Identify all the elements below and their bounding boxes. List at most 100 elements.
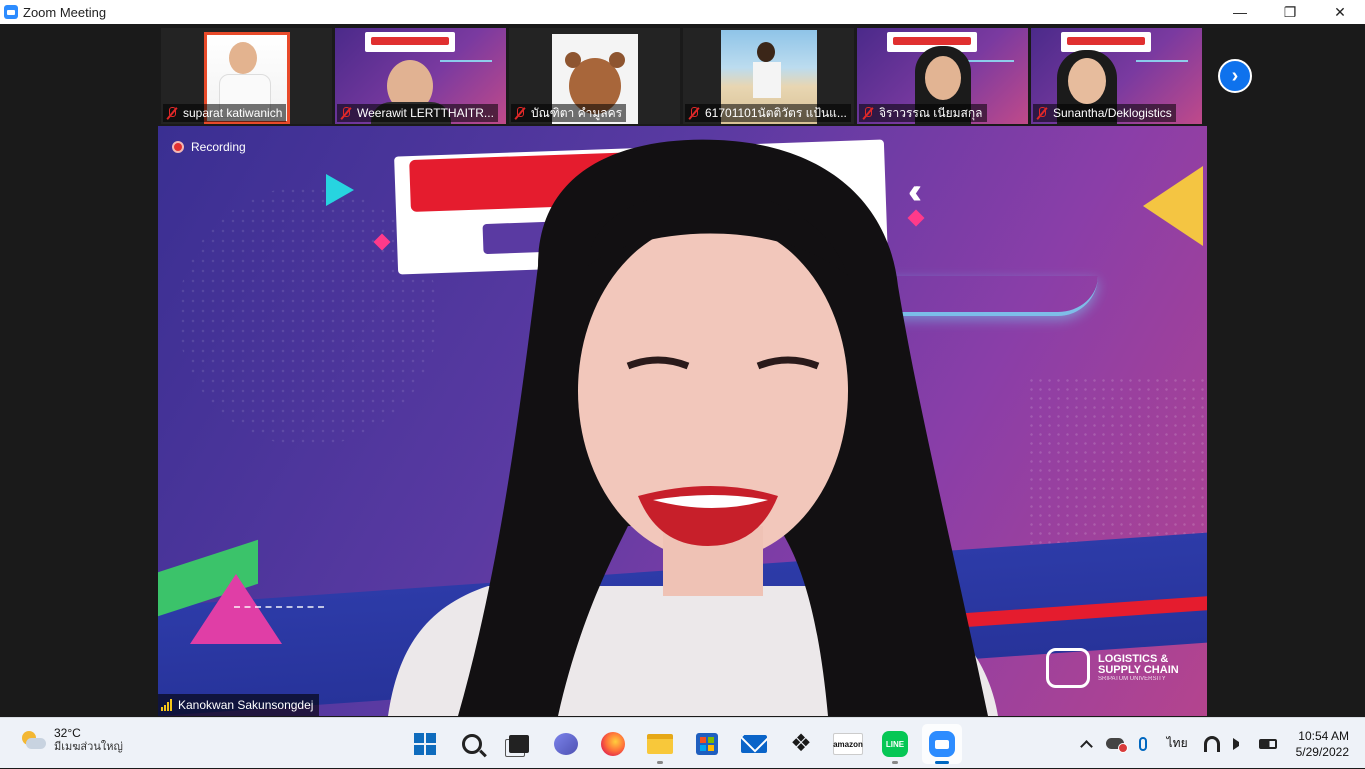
running-indicator <box>657 761 663 764</box>
battery-icon <box>1258 738 1277 749</box>
participant-face <box>229 42 257 74</box>
title-bar: Zoom Meeting — ❐ ✕ <box>0 0 1365 24</box>
participant-strip: suparat katiwanich Weerawit LERTTHAITR..… <box>161 28 1202 124</box>
volume-button[interactable] <box>1226 730 1254 758</box>
poster-banner <box>1061 32 1151 52</box>
clock[interactable]: 10:54 AM 5/29/2022 <box>1282 728 1365 760</box>
participant-name-tag: บัณฑิตา คำมูลคร <box>511 104 627 122</box>
running-indicator <box>892 761 898 764</box>
task-view-button[interactable] <box>499 724 539 764</box>
poster-script <box>440 52 492 62</box>
participant-name-tag: Sunantha/Deklogistics <box>1033 104 1176 122</box>
wifi-icon <box>1203 735 1220 752</box>
participant-name: 61701101นัตติวัตร แป้นแ... <box>705 105 847 120</box>
participant-name-tag: 61701101นัตติวัตร แป้นแ... <box>685 104 851 122</box>
battery-button[interactable] <box>1254 730 1282 758</box>
clock-date: 5/29/2022 <box>1295 744 1349 759</box>
microphone-icon <box>1138 736 1147 751</box>
participant-tile[interactable]: จิราวรรณ เนียมสกุล <box>857 28 1028 124</box>
system-tray: ไทย 10:54 AM 5/29/2022 <box>1073 718 1365 769</box>
firefox-button[interactable] <box>593 724 633 764</box>
weather-temperature: 32°C <box>54 726 81 740</box>
windows-start-icon <box>414 733 436 755</box>
participant-name-tag: จิราวรรณ เนียมสกุล <box>859 104 987 122</box>
microsoft-store-button[interactable] <box>687 724 727 764</box>
partly-cloudy-icon <box>20 729 46 751</box>
file-explorer-button[interactable] <box>640 724 680 764</box>
zoom-button[interactable] <box>922 724 962 764</box>
window-title: Zoom Meeting <box>23 4 107 20</box>
participant-shirt <box>753 62 781 98</box>
participant-name: suparat katiwanich <box>183 106 283 120</box>
recording-dot-icon <box>172 141 184 153</box>
participant-tile[interactable]: Sunantha/Deklogistics <box>1031 28 1202 124</box>
speaker-name: Kanokwan Sakunsongdej <box>178 698 314 712</box>
speaker-icon <box>1232 737 1247 750</box>
restore-button[interactable]: ❐ <box>1265 0 1315 24</box>
active-speaker-video: ‹‹ LOGISTICS & SUPPLY CHAIN SRIPATUM UNI… <box>158 126 1207 716</box>
teddy-ear <box>565 52 581 68</box>
muted-mic-icon <box>861 106 875 120</box>
chevron-right-icon: › <box>1231 64 1239 87</box>
participant-tile[interactable]: 61701101นัตติวัตร แป้นแ... <box>683 28 854 124</box>
participant-name-tag: suparat katiwanich <box>163 104 287 122</box>
meeting-area: suparat katiwanich Weerawit LERTTHAITR..… <box>0 24 1365 717</box>
recording-label: Recording <box>191 140 246 154</box>
poster-banner <box>365 32 455 52</box>
participant-face <box>925 56 961 100</box>
amazon-button[interactable]: amazon <box>828 724 868 764</box>
onedrive-error-icon <box>1105 738 1128 753</box>
zoom-icon <box>929 731 955 757</box>
taskbar-apps: ❖ amazon LINE <box>405 724 962 764</box>
participant-tile[interactable]: บัณฑิตา คำมูลคร <box>509 28 680 124</box>
search-icon <box>462 734 482 754</box>
chevron-up-icon <box>1080 739 1093 753</box>
muted-mic-icon <box>1035 106 1049 120</box>
search-button[interactable] <box>452 724 492 764</box>
poster-script <box>962 52 1014 62</box>
muted-mic-icon <box>687 106 701 120</box>
weather-description: มีเมฆส่วนใหญ่ <box>54 741 123 753</box>
chat-icon <box>554 733 578 755</box>
participant-tile[interactable]: Weerawit LERTTHAITR... <box>335 28 506 124</box>
taskbar: 32°C มีเมฆส่วนใหญ่ ❖ amazon LINE ไทย 10:… <box>0 717 1365 768</box>
firefox-icon <box>601 732 625 756</box>
muted-mic-icon <box>339 106 353 120</box>
mail-button[interactable] <box>734 724 774 764</box>
running-indicator <box>935 761 949 764</box>
zoom-app-icon <box>4 5 18 19</box>
participant-name-tag: Weerawit LERTTHAITR... <box>337 104 498 122</box>
poster-script <box>1136 52 1188 62</box>
next-page-button[interactable]: › <box>1218 59 1252 93</box>
network-button[interactable] <box>1198 730 1226 758</box>
participant-name: Weerawit LERTTHAITR... <box>357 106 494 120</box>
microsoft-store-icon <box>696 733 718 755</box>
microphone-button[interactable] <box>1129 730 1157 758</box>
onedrive-button[interactable] <box>1101 730 1129 758</box>
start-button[interactable] <box>405 724 445 764</box>
window-controls: — ❐ ✕ <box>1215 0 1365 24</box>
participant-face <box>1068 58 1106 104</box>
show-hidden-icons-button[interactable] <box>1073 730 1101 758</box>
clock-time: 10:54 AM <box>1298 728 1349 743</box>
line-button[interactable]: LINE <box>875 724 915 764</box>
close-button[interactable]: ✕ <box>1315 0 1365 24</box>
participant-name: Sunantha/Deklogistics <box>1053 106 1172 120</box>
dropbox-button[interactable]: ❖ <box>781 724 821 764</box>
input-language[interactable]: ไทย <box>1157 734 1198 753</box>
dropbox-icon: ❖ <box>790 730 812 757</box>
mail-icon <box>741 735 767 753</box>
participant-tile[interactable]: suparat katiwanich <box>161 28 332 124</box>
teddy-ear <box>609 52 625 68</box>
recording-indicator[interactable]: Recording <box>172 140 246 154</box>
minimize-button[interactable]: — <box>1215 0 1265 24</box>
participant-name: บัณฑิตา คำมูลคร <box>531 105 623 120</box>
line-icon: LINE <box>882 731 908 757</box>
weather-widget[interactable]: 32°C มีเมฆส่วนใหญ่ <box>20 726 123 754</box>
participant-name: จิราวรรณ เนียมสกุล <box>879 105 983 120</box>
chat-button[interactable] <box>546 724 586 764</box>
muted-mic-icon <box>165 106 179 120</box>
weather-text: 32°C มีเมฆส่วนใหญ่ <box>54 726 123 754</box>
participant-head <box>757 42 775 62</box>
task-view-icon <box>509 735 529 753</box>
